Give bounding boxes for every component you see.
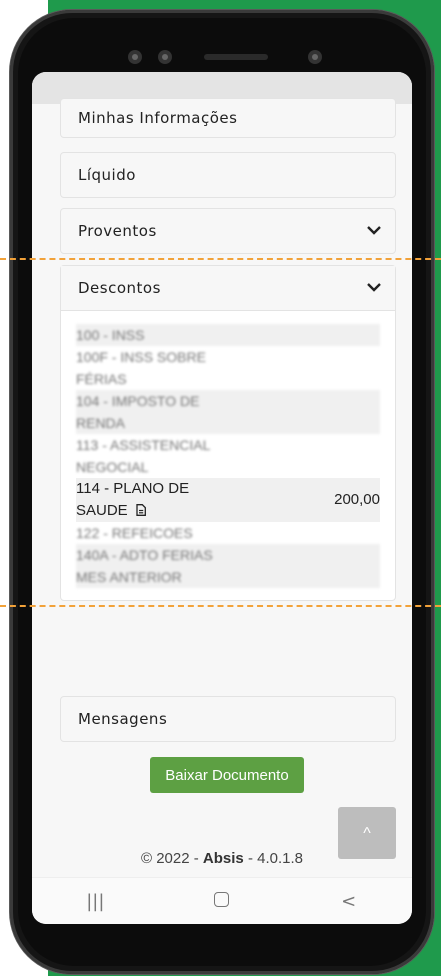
back-button[interactable]: < (319, 891, 379, 912)
section-title: Mensagens (78, 710, 168, 728)
earpiece-speaker (204, 54, 268, 60)
list-item: 100F - INSS SOBRE FÉRIAS (76, 346, 380, 390)
chevron-down-icon[interactable] (365, 221, 383, 239)
item-label: 100F - INSS SOBRE FÉRIAS (76, 349, 206, 387)
footer-version: - 4.0.1.8 (243, 850, 303, 867)
annotation-line-bottom (0, 605, 441, 607)
item-label: 140A - ADTO FERIAS MES ANTERIOR (76, 547, 213, 585)
footer-brand: Absis (202, 850, 244, 867)
caret-up-icon: ^ (363, 825, 371, 842)
section-proventos[interactable]: Proventos (60, 208, 396, 254)
recents-button[interactable]: ||| (65, 891, 125, 912)
footer: © 2022 - Absis - 4.0.1.8 (32, 850, 412, 867)
annotation-line-top (0, 258, 441, 260)
list-item: 100 - INSS (76, 324, 380, 346)
item-label: 122 - REFEICOES (76, 525, 193, 541)
android-nav-bar: ||| < (32, 877, 412, 924)
list-item: 140A - ADTO FERIAS MES ANTERIOR (76, 544, 380, 588)
list-item: 104 - IMPOSTO DE RENDA (76, 390, 380, 434)
home-icon (214, 891, 230, 907)
section-liquido[interactable]: Líquido (60, 152, 396, 198)
descontos-list: 100 - INSS 100F - INSS SOBRE FÉRIAS 104 … (61, 311, 395, 600)
section-title: Líquido (78, 166, 136, 184)
front-sensor (128, 50, 142, 64)
document-icon[interactable] (136, 504, 146, 516)
phone-screen: Minhas Informações Líquido Proventos Des… (32, 72, 412, 924)
list-item: 114 - PLANO DE SAUDE 200,00 (76, 478, 380, 522)
list-item: 122 - REFEICOES (76, 522, 380, 544)
section-title: Proventos (78, 222, 157, 240)
section-mensagens[interactable]: Mensagens (60, 696, 396, 742)
item-label-wrapper: 114 - PLANO DE SAUDE (76, 478, 226, 522)
front-camera (158, 50, 172, 64)
chevron-down-icon[interactable] (365, 278, 383, 296)
home-button[interactable] (192, 891, 252, 912)
section-title: Minhas Informações (78, 109, 238, 127)
item-label: 114 - PLANO DE SAUDE (76, 480, 190, 519)
section-descontos[interactable]: Descontos 100 - INSS 100F - INSS SOBRE F… (60, 265, 396, 601)
section-minhas-informacoes[interactable]: Minhas Informações (60, 98, 396, 138)
item-label: 100 - INSS (76, 327, 145, 343)
download-document-button[interactable]: Baixar Documento (150, 757, 304, 793)
section-title: Descontos (61, 266, 395, 311)
item-label: 113 - ASSISTENCIAL NEGOCIAL (76, 437, 210, 475)
item-value: 200,00 (334, 491, 380, 508)
item-label: 104 - IMPOSTO DE RENDA (76, 393, 200, 431)
footer-copyright: © 2022 - (141, 850, 203, 867)
proximity-sensor (308, 50, 322, 64)
list-item: 113 - ASSISTENCIAL NEGOCIAL (76, 434, 380, 478)
